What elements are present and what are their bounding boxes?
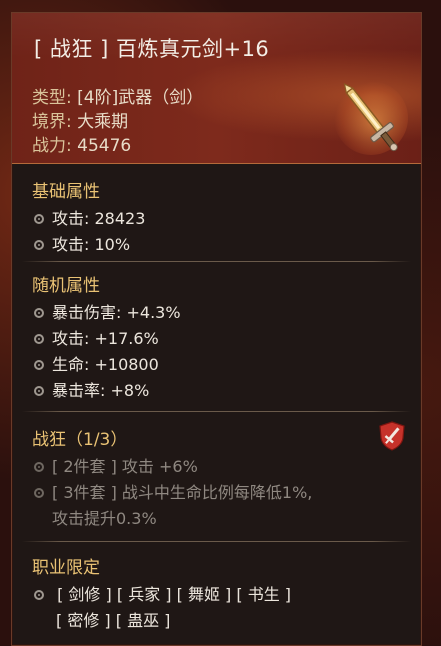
random-attr-line: 暴击伤害: +4.3% — [34, 299, 181, 323]
circle-bullet-icon — [34, 487, 44, 498]
class-tag: [ 剑修 ] — [57, 585, 112, 604]
circle-bullet-icon — [34, 307, 44, 318]
class-tag: [ 舞姬 ] — [176, 585, 232, 604]
item-header: [ 战狂 ] 百炼真元剑+16 类型: [4阶]武器（剑） 境界: 大乘期 战力… — [12, 13, 421, 164]
realm-label: 境界: — [32, 112, 72, 132]
base-attrs-title: 基础属性 — [32, 182, 100, 202]
sword-icon — [343, 83, 398, 152]
section-divider — [22, 261, 411, 262]
item-tooltip: [ 战狂 ] 百炼真元剑+16 类型: [4阶]武器（剑） 境界: 大乘期 战力… — [11, 12, 422, 646]
set-bonus-title: 战狂（1/3） — [32, 430, 128, 450]
item-title: [ 战狂 ] 百炼真元剑+16 — [34, 33, 269, 63]
class-limit-row: [ 密修 ] [ 蛊巫 ] — [56, 607, 170, 631]
realm-value: 大乘期 — [77, 112, 129, 132]
class-tag: [ 书生 ] — [236, 585, 292, 604]
class-tag: [ 密修 ] — [56, 611, 111, 630]
weapon-icon-frame — [328, 75, 414, 161]
type-label: 类型: — [32, 88, 72, 108]
title-set-name: 战狂 — [49, 37, 93, 61]
random-attr-line: 生命: +10800 — [34, 351, 159, 375]
class-limit-title: 职业限定 — [32, 558, 100, 578]
item-type-row: 类型: [4阶]武器（剑） — [32, 83, 203, 108]
base-attr-line: 攻击: 10% — [34, 231, 130, 255]
random-attr-line: 攻击: +17.6% — [34, 325, 159, 349]
base-attr-line: 攻击: 28423 — [34, 205, 145, 229]
type-value: [4阶]武器（剑） — [77, 88, 204, 108]
circle-bullet-icon — [34, 589, 44, 600]
power-label: 战力: — [32, 136, 72, 156]
set-bonus-line-cont: 攻击提升0.3% — [52, 509, 157, 528]
section-divider — [22, 411, 411, 412]
circle-bullet-icon — [34, 213, 44, 224]
circle-bullet-icon — [34, 333, 44, 344]
shield-sword-icon — [379, 421, 405, 451]
circle-bullet-icon — [34, 385, 44, 396]
circle-bullet-icon — [34, 239, 44, 250]
title-item-name: 百炼真元剑+16 — [115, 37, 270, 61]
title-bracket-close: ] — [100, 37, 109, 61]
section-divider — [22, 541, 411, 542]
class-limit-row: [ 剑修 ] [ 兵家 ] [ 舞姬 ] [ 书生 ] — [34, 581, 291, 605]
title-bracket-open: [ — [34, 37, 43, 61]
random-attr-line: 暴击率: +8% — [34, 377, 149, 401]
class-tag: [ 兵家 ] — [116, 585, 172, 604]
circle-bullet-icon — [34, 461, 44, 472]
item-power-row: 战力: 45476 — [32, 131, 131, 156]
item-realm-row: 境界: 大乘期 — [32, 107, 128, 132]
circle-bullet-icon — [34, 359, 44, 370]
set-bonus-line: [ 3件套 ] 战斗中生命比例每降低1%, — [34, 479, 312, 503]
class-tag: [ 蛊巫 ] — [115, 611, 171, 630]
power-value: 45476 — [77, 136, 132, 156]
set-bonus-line: [ 2件套 ] 攻击 +6% — [34, 453, 198, 477]
random-attrs-title: 随机属性 — [32, 276, 100, 296]
